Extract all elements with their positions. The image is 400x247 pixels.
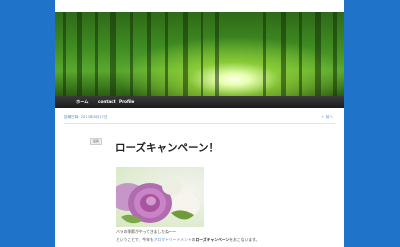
rose-campaign-text: ローズキャンペーン [195,237,230,242]
rose-photo [116,167,204,227]
nav-item-profile[interactable]: Profile [119,96,134,108]
divider [64,123,335,124]
page-container: ホーム contact Profile 投稿日時: 2013年6月17日 ← 前… [55,0,344,247]
header-banner-image [55,12,344,96]
post-text-suffix: をおこないます。 [229,237,260,242]
category-badge[interactable]: 最新 [90,138,102,145]
nav-item-contact[interactable]: contact [98,96,116,108]
post-body-line-1: バラの季節がやってきましたね〜〜 [116,229,177,234]
post-date: 投稿日時: 2013年6月17日 [64,115,108,119]
aroma-treatment-link[interactable]: アロマトリートメント [154,237,192,242]
main-navigation: ホーム contact Profile [55,96,344,108]
previous-post-link[interactable]: ← 前へ [322,115,333,120]
post-text-prefix: ということで、今年も [116,237,154,242]
post-body-line-2: ということで、今年もアロマトリートメントのローズキャンペーンをおこないます。 [116,237,259,243]
post-title[interactable]: ローズキャンペーン！ [115,140,219,155]
nav-item-home[interactable]: ホーム [76,96,88,108]
